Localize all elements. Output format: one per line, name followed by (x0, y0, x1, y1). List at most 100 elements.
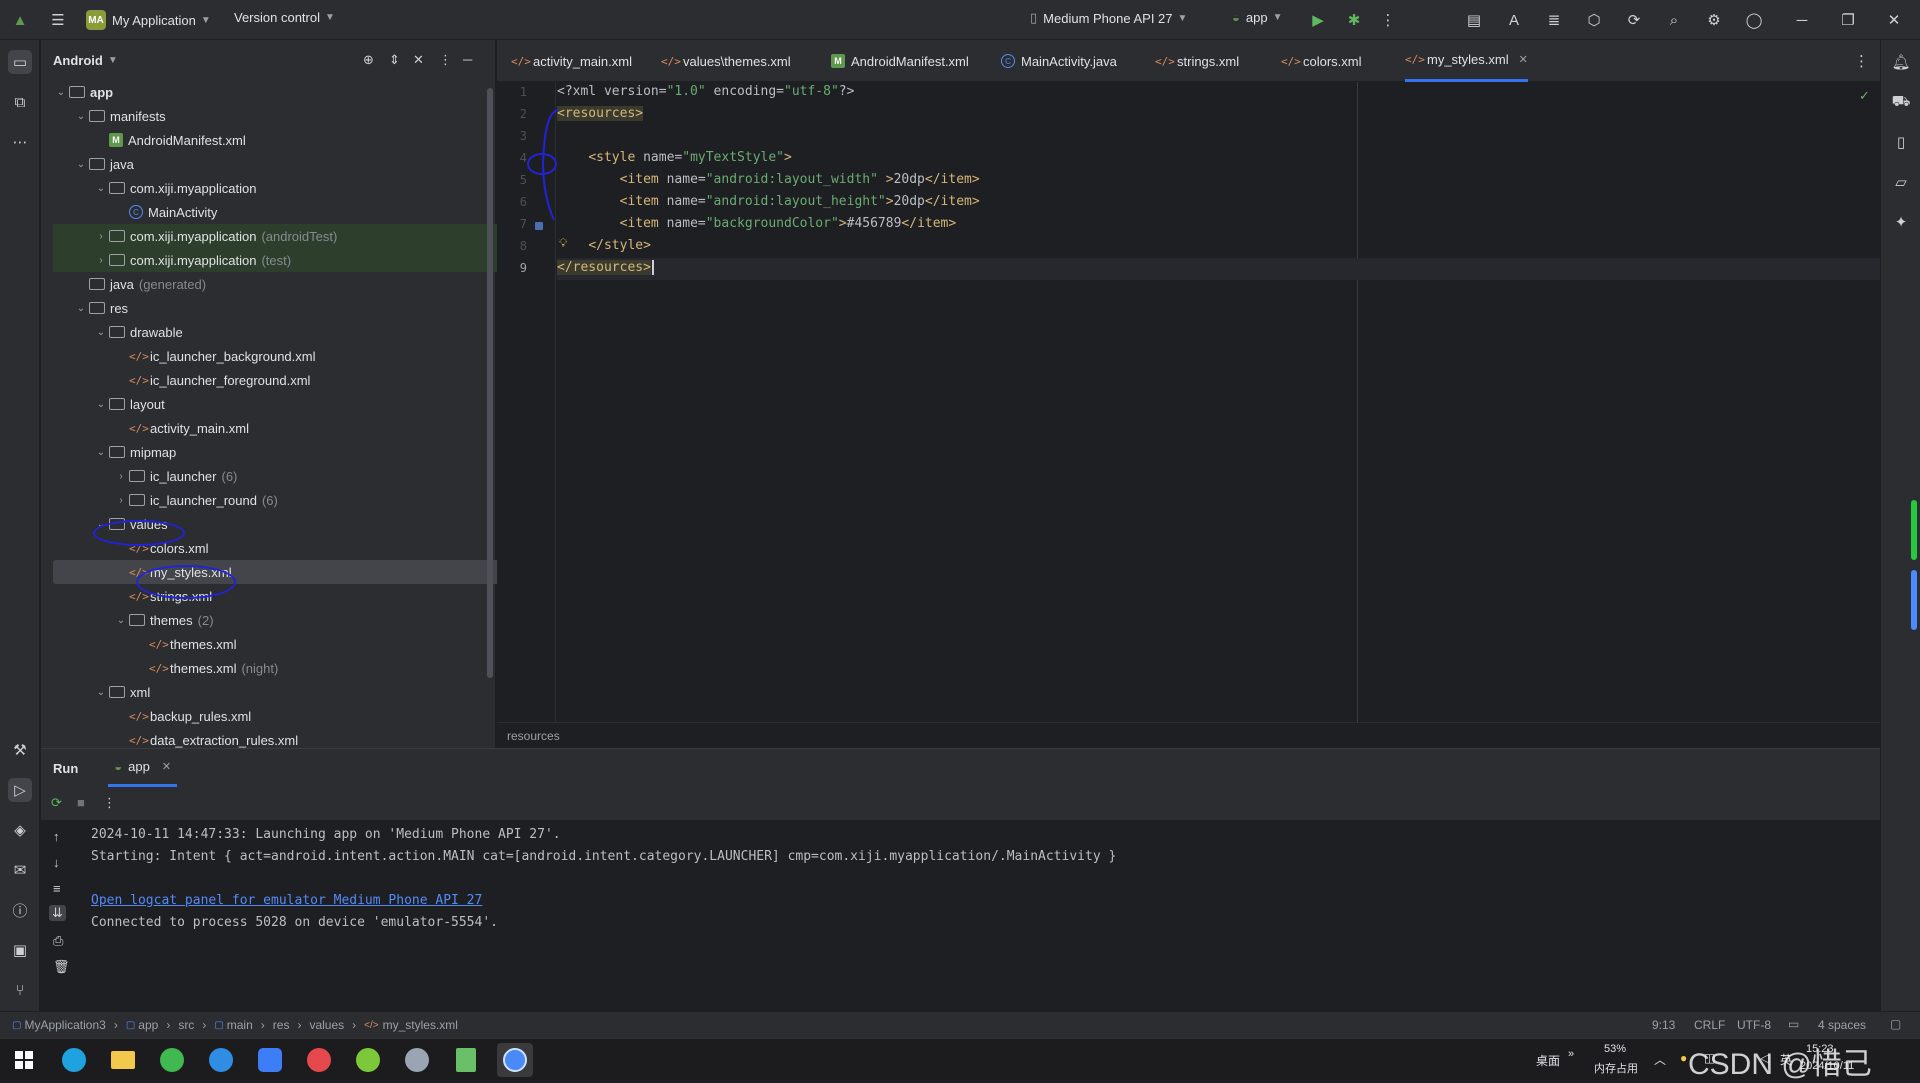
breadcrumb-item[interactable]: resources (507, 729, 560, 743)
scroll-to-end-icon[interactable]: ⇊ (49, 905, 66, 921)
tree-item[interactable]: ⌄ manifests (53, 104, 525, 128)
rerun-icon[interactable]: ⟳ (51, 795, 62, 811)
chevron-down-icon[interactable]: ⌄ (73, 303, 89, 314)
tray-app-icon[interactable]: ● (1680, 1051, 1687, 1065)
gem-tool-icon[interactable]: ◈ (8, 818, 32, 842)
editor-tab[interactable]: </> strings.xml (1155, 40, 1239, 82)
expand-all-icon[interactable]: ⇕ (389, 52, 400, 68)
desktop-label[interactable]: 桌面 (1536, 1052, 1560, 1069)
tree-item[interactable]: ⌄ drawable (53, 320, 525, 344)
sync-icon[interactable]: ⟳ (1622, 8, 1646, 32)
line-separator[interactable]: CRLF (1694, 1018, 1725, 1032)
tree-item[interactable]: ⌄ themes (2) (53, 608, 525, 632)
chevron-down-icon[interactable]: ⌄ (73, 111, 89, 122)
tree-item[interactable]: </> ic_launcher_background.xml (53, 344, 525, 368)
file-explorer-icon[interactable] (105, 1043, 141, 1077)
close-icon[interactable]: ✕ (1882, 8, 1906, 32)
chevron-right-icon[interactable]: › (93, 231, 109, 242)
readonly-icon[interactable]: ▭ (1788, 1017, 1799, 1031)
debug-icon[interactable]: ✱ (1342, 8, 1366, 32)
code-editor[interactable]: 123456789 <?xml version="1.0" encoding="… (497, 82, 1880, 722)
run-tab-app[interactable]: ◒ app ✕ (108, 749, 178, 787)
main-menu-icon[interactable]: ☰ (46, 8, 70, 32)
device-selector[interactable]: ▯ Medium Phone API 27 ▼ (1030, 10, 1187, 26)
trash-icon[interactable]: 🗑︎ (53, 959, 70, 975)
tree-item[interactable]: java (generated) (53, 272, 525, 296)
status-path-item[interactable]: app (138, 1018, 158, 1032)
restore-icon[interactable]: ❐ (1836, 8, 1860, 32)
print-icon[interactable]: ⎙ (53, 933, 63, 949)
minimize-icon[interactable]: ─ (1790, 8, 1814, 32)
run-config-selector[interactable]: ◒ app ▼ (1232, 10, 1282, 25)
chevron-right-icon[interactable]: › (113, 471, 129, 482)
status-path-item[interactable]: values (309, 1018, 344, 1032)
chrome-green-icon[interactable] (154, 1043, 190, 1077)
chevron-down-icon[interactable]: ⌄ (93, 399, 109, 410)
close-icon[interactable]: ✕ (162, 760, 171, 773)
vcs-selector[interactable]: Version control ▼ (234, 10, 335, 25)
editor-tab[interactable]: M AndroidManifest.xml (831, 40, 969, 82)
layout-inspector-icon[interactable]: ≣ (1542, 8, 1566, 32)
stop-icon[interactable]: ■ (77, 795, 85, 810)
project-selector[interactable]: MA My Application ▼ (86, 10, 211, 30)
problems-tool-icon[interactable]: ⓘ (8, 898, 32, 922)
soft-wrap-icon[interactable]: ≡ (53, 881, 61, 896)
chevron-right-icon[interactable]: › (113, 495, 129, 506)
app-green-plus-icon[interactable] (350, 1043, 386, 1077)
status-path-item[interactable]: MyApplication3 (24, 1018, 105, 1032)
project-tool-icon[interactable]: ▭ (8, 50, 32, 74)
more-tools-icon[interactable]: ⋯ (8, 130, 32, 154)
device-explorer-icon[interactable]: ▯ (1889, 130, 1913, 154)
status-path-item[interactable]: main (227, 1018, 253, 1032)
chevron-down-icon[interactable]: ⌄ (53, 87, 69, 98)
code-line[interactable]: <?xml version="1.0" encoding="utf-8"?> (557, 84, 854, 99)
tree-item[interactable]: </> strings.xml (53, 584, 525, 608)
android-studio-icon[interactable] (497, 1043, 533, 1077)
locate-icon[interactable]: ⊕ (363, 52, 374, 68)
tree-item[interactable]: ⌄ xml (53, 680, 525, 704)
git-tool-icon[interactable]: ⑂ (8, 978, 32, 1002)
gradle-icon[interactable]: ⛟ (1889, 90, 1913, 114)
chevron-down-icon[interactable]: ⌄ (93, 687, 109, 698)
chevron-down-icon[interactable]: ⌄ (113, 615, 129, 626)
tree-item[interactable]: </> my_styles.xml (53, 560, 525, 584)
tree-item[interactable]: ⌄ com.xiji.myapplication (53, 176, 525, 200)
tray-up-icon[interactable]: ︿ (1654, 1051, 1666, 1068)
run-icon[interactable]: ▶ (1306, 8, 1330, 32)
chat-app-icon[interactable] (399, 1043, 435, 1077)
editor-breadcrumb[interactable]: resources (497, 722, 1880, 748)
feishu-icon[interactable] (252, 1043, 288, 1077)
scroll-up-icon[interactable]: ↑ (53, 829, 60, 844)
indent-setting[interactable]: 4 spaces (1818, 1018, 1866, 1032)
tree-item[interactable]: › ic_launcher_round (6) (53, 488, 525, 512)
run-tool-icon[interactable]: ▷ (8, 778, 32, 802)
status-path-item[interactable]: src (178, 1018, 194, 1032)
tree-item[interactable]: › com.xiji.myapplication (test) (53, 248, 525, 272)
tree-item[interactable]: </> themes.xml (53, 632, 525, 656)
tree-item[interactable]: ⌄ res (53, 296, 525, 320)
tab-options-icon[interactable]: ⋮ (1854, 52, 1869, 70)
tree-item[interactable]: ⌄ app (53, 80, 525, 104)
logcat-tool-icon[interactable]: ✉ (8, 858, 32, 882)
edge-icon[interactable] (56, 1043, 92, 1077)
tree-item[interactable]: ⌄ layout (53, 392, 525, 416)
close-icon[interactable]: ✕ (1519, 53, 1528, 66)
lightbulb-icon[interactable]: 💡︎ (559, 236, 567, 251)
caret-position[interactable]: 9:13 (1652, 1018, 1675, 1032)
hide-panel-icon[interactable]: ─ (463, 52, 472, 67)
code-line[interactable]: <item name="android:layout_height">20dp<… (557, 194, 980, 209)
scroll-down-icon[interactable]: ↓ (53, 855, 60, 870)
translate-icon[interactable]: A (1502, 8, 1526, 32)
tree-item[interactable]: › com.xiji.myapplication (androidTest) (53, 224, 525, 248)
editor-tab[interactable]: </> colors.xml (1281, 40, 1362, 82)
tree-item[interactable]: M AndroidManifest.xml (53, 128, 525, 152)
more-icon[interactable]: ⋮ (103, 795, 116, 811)
tree-item[interactable]: </> themes.xml (night) (53, 656, 525, 680)
code-line[interactable]: </resources>​ (557, 260, 654, 275)
collapse-all-icon[interactable]: ✕ (413, 52, 424, 68)
tree-item[interactable]: ⌄ java (53, 152, 525, 176)
code-line[interactable]: <style name="myTextStyle"> (557, 150, 792, 165)
tree-item[interactable]: C MainActivity (53, 200, 525, 224)
editor-tab[interactable]: </> my_styles.xml ✕ (1405, 40, 1528, 82)
gemini-icon[interactable]: ✦ (1889, 210, 1913, 234)
